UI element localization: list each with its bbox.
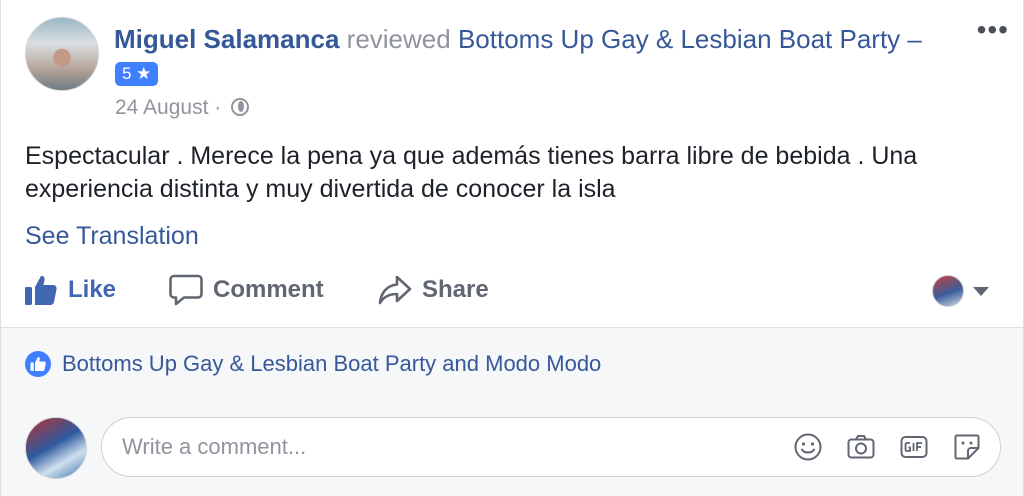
share-button[interactable]: Share [378,268,489,312]
reactions-summary: Bottoms Up Gay & Lesbian Boat Party and … [1,327,1023,401]
author-name-link[interactable]: Miguel Salamanca [114,24,339,54]
like-reaction-icon [25,351,51,377]
sticker-icon[interactable] [952,432,982,462]
share-arrow-icon [378,275,412,305]
speech-bubble-icon [169,274,203,306]
smiley-icon[interactable] [793,432,823,462]
post-meta: 24 August · [115,95,250,121]
gif-icon[interactable] [899,432,929,462]
review-text: Espectacular . Merece la pena ya que ade… [25,142,918,203]
comment-composer: Write a comment... [1,400,1023,496]
more-options-icon[interactable]: ••• [977,16,1009,44]
page-name-link[interactable]: Bottoms Up Gay & Lesbian Boat Party – [458,24,922,54]
commenter-avatar [25,417,87,479]
review-post-card: Miguel Salamanca reviewed Bottoms Up Gay… [0,0,1024,496]
page-avatar [932,275,964,307]
see-translation-link[interactable]: See Translation [25,221,199,251]
author-avatar[interactable] [25,17,99,91]
share-label: Share [422,276,489,303]
reactions-names-link[interactable]: Bottoms Up Gay & Lesbian Boat Party and … [62,349,601,379]
post-header: Miguel Salamanca reviewed Bottoms Up Gay… [114,22,922,56]
comment-as-selector[interactable] [932,275,989,307]
thumbs-up-icon [25,275,57,305]
composer-tools [770,432,982,462]
post-date[interactable]: 24 August [115,96,208,119]
comment-button[interactable]: Comment [169,268,324,312]
like-button[interactable]: Like [24,268,116,312]
like-label: Like [68,276,117,303]
meta-separator: · [214,96,222,119]
comment-placeholder: Write a comment... [122,434,307,459]
action-verb: reviewed [346,24,451,54]
thumbs-up-small-icon [30,356,46,371]
comment-input[interactable]: Write a comment... [101,417,1001,477]
camera-icon[interactable] [846,432,876,462]
comment-label: Comment [213,276,324,303]
caret-down-icon[interactable] [973,286,989,296]
globe-icon[interactable] [231,98,250,116]
action-bar: Like Comment Share [1,268,1024,312]
rating-badge: 5 ★ [115,62,159,86]
